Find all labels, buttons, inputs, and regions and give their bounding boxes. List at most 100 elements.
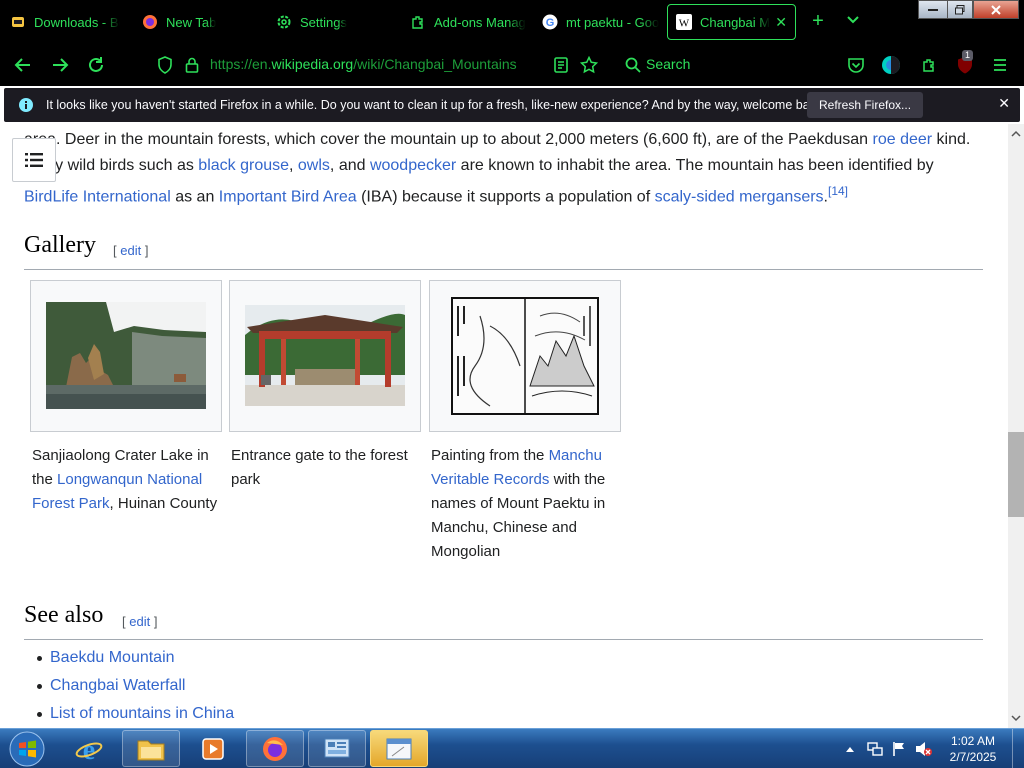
edit-link-text[interactable]: edit xyxy=(120,243,141,258)
edit-link-text[interactable]: edit xyxy=(129,614,150,629)
taskbar-internet-explorer[interactable]: e xyxy=(60,730,118,767)
close-notification-icon[interactable]: ✕ xyxy=(998,95,1010,112)
svg-text:G: G xyxy=(546,17,555,29)
tab-downloads[interactable]: Downloads - Bo xyxy=(2,4,120,40)
reference-link[interactable]: [14] xyxy=(828,184,848,198)
link-changbai-waterfall[interactable]: Changbai Waterfall xyxy=(50,677,185,694)
ublock-extension-button[interactable]: 1 xyxy=(954,50,976,76)
taskbar-media-player[interactable] xyxy=(184,730,242,767)
restore-button[interactable] xyxy=(947,0,973,19)
window-icon xyxy=(386,738,412,759)
section-divider xyxy=(24,639,983,640)
search-button[interactable] xyxy=(622,54,644,76)
edit-see-also-link[interactable]: [ edit ] xyxy=(122,614,157,629)
close-window-button[interactable] xyxy=(973,0,1019,19)
account-circle-icon xyxy=(882,56,900,74)
tab-title: Settings xyxy=(300,14,347,30)
search-label[interactable]: Search xyxy=(646,56,690,72)
vertical-scrollbar[interactable] xyxy=(1008,124,1024,728)
taskbar-active-window[interactable] xyxy=(370,730,428,767)
wikipedia-icon: W xyxy=(676,14,692,30)
notification-message: It looks like you haven't started Firefo… xyxy=(46,98,826,112)
bookmark-button[interactable] xyxy=(578,54,600,76)
tab-settings[interactable]: Settings xyxy=(268,4,396,40)
extensions-button[interactable] xyxy=(918,54,940,76)
clock-date: 2/7/2025 xyxy=(949,750,997,764)
edit-gallery-link[interactable]: [ edit ] xyxy=(113,243,148,258)
gallery-image-crater-lake[interactable] xyxy=(30,280,222,432)
system-clock[interactable]: 1:02 AM 2/7/2025 xyxy=(940,733,1006,765)
gallery-image-entrance-gate[interactable] xyxy=(229,280,421,432)
lock-icon xyxy=(185,57,199,73)
folder-icon xyxy=(137,740,165,760)
text: are known to inhabit the area. The mount… xyxy=(456,156,934,174)
tab-title: Add-ons Manag xyxy=(434,14,526,30)
scrollbar-thumb[interactable] xyxy=(1008,432,1024,517)
caption-text: Entrance gate to the forest park xyxy=(231,447,408,488)
volume-muted-icon[interactable] xyxy=(915,741,933,757)
link-black-grouse[interactable]: black grouse xyxy=(198,157,289,174)
taskbar-control-panel[interactable] xyxy=(308,730,366,767)
tracking-protection-button[interactable] xyxy=(154,54,176,76)
url-bar[interactable]: https://en.wikipedia.org/wiki/Changbai_M… xyxy=(210,56,517,72)
manchu-painting-image xyxy=(450,296,600,416)
close-tab-icon[interactable]: ✕ xyxy=(775,14,787,31)
reader-view-button[interactable] xyxy=(550,54,572,76)
account-button[interactable] xyxy=(880,54,902,76)
back-arrow-icon xyxy=(14,58,30,72)
link-important-bird-area[interactable]: Important Bird Area xyxy=(219,188,357,205)
bracket: ] xyxy=(141,243,149,258)
link-roe-deer[interactable]: roe deer xyxy=(873,131,933,148)
back-button[interactable] xyxy=(12,54,34,76)
link-woodpecker[interactable]: woodpecker xyxy=(370,157,456,174)
tab-addons[interactable]: Add-ons Manag xyxy=(402,4,528,40)
show-desktop-button[interactable] xyxy=(1012,729,1024,768)
gallery-image-manchu-painting[interactable] xyxy=(429,280,621,432)
article-content: area. Deer in the mountain forests, whic… xyxy=(0,124,1008,728)
tab-changbai-active[interactable]: W Changbai M ✕ xyxy=(667,4,796,40)
refresh-firefox-button[interactable]: Refresh Firefox... xyxy=(807,92,924,118)
link-birdlife-international[interactable]: BirdLife International xyxy=(24,188,171,205)
link-list-of-mountains-in-china[interactable]: List of mountains in China xyxy=(50,705,234,722)
section-divider xyxy=(24,269,983,270)
hamburger-menu-icon xyxy=(994,59,1006,71)
windows-taskbar: e 1:02 AM 2/7/2025 xyxy=(0,728,1024,768)
restore-icon xyxy=(955,4,965,14)
network-icon[interactable] xyxy=(867,741,883,757)
new-tab-button[interactable]: + xyxy=(806,10,830,32)
taskbar-file-explorer[interactable] xyxy=(122,730,180,767)
clock-time: 1:02 AM xyxy=(950,734,996,748)
taskbar-firefox[interactable] xyxy=(246,730,304,767)
url-path: /wiki/Changbai_Mountains xyxy=(353,56,517,72)
pocket-icon xyxy=(848,58,864,73)
show-hidden-icons-icon[interactable] xyxy=(845,745,855,753)
crater-lake-photo xyxy=(46,302,206,409)
table-of-contents-button[interactable] xyxy=(12,138,56,182)
tab-google-search[interactable]: G mt paektu - Goo xyxy=(534,4,660,40)
scroll-down-arrow-icon[interactable] xyxy=(1008,712,1024,724)
forward-button[interactable] xyxy=(49,54,71,76)
caption-text: , Huinan County xyxy=(109,495,218,512)
gallery-heading: Gallery xyxy=(24,232,96,258)
search-icon xyxy=(625,57,641,73)
extension-badge: 1 xyxy=(962,50,974,61)
action-center-flag-icon[interactable] xyxy=(891,741,907,757)
forward-arrow-icon xyxy=(53,58,69,72)
minimize-button[interactable] xyxy=(918,0,948,19)
list-all-tabs-button[interactable] xyxy=(846,12,860,30)
link-owls[interactable]: owls xyxy=(298,157,330,174)
tab-title: Changbai M xyxy=(700,14,770,30)
link-scaly-sided-mergansers[interactable]: scaly-sided mergansers xyxy=(655,188,824,205)
link-baekdu-mountain[interactable]: Baekdu Mountain xyxy=(50,649,175,666)
start-button[interactable] xyxy=(6,730,48,767)
minimize-icon xyxy=(928,8,938,11)
site-info-button[interactable] xyxy=(181,54,203,76)
list-icon xyxy=(25,153,43,167)
pocket-button[interactable] xyxy=(845,54,867,76)
scroll-up-arrow-icon[interactable] xyxy=(1008,128,1024,140)
app-menu-button[interactable] xyxy=(989,54,1011,76)
puzzle-piece-icon xyxy=(923,59,934,72)
reload-button[interactable] xyxy=(85,54,107,76)
tab-new-tab[interactable]: New Tab xyxy=(134,4,260,40)
close-icon xyxy=(991,4,1001,15)
